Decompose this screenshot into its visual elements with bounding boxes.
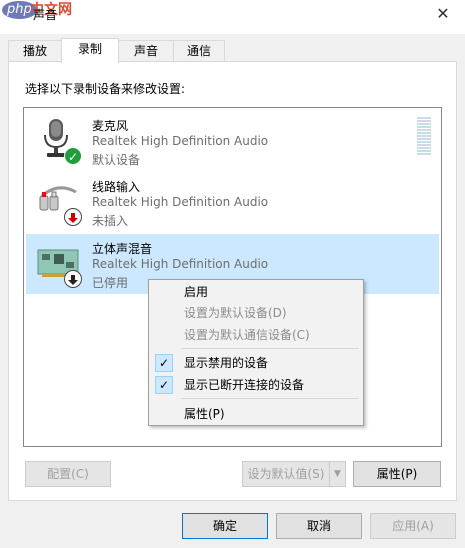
menu-separator	[181, 348, 359, 349]
tab-sounds[interactable]: 声音	[118, 40, 174, 61]
set-default-button[interactable]: 设为默认值(S) ▼	[242, 461, 346, 487]
tab-playback[interactable]: 播放	[8, 40, 62, 61]
check-icon: ✓	[155, 354, 173, 372]
tab-recording[interactable]: 录制	[61, 38, 119, 63]
device-name: 麦克风	[92, 119, 129, 133]
title-bar: php 中文网 声音 ✕	[0, 0, 465, 34]
close-button[interactable]: ✕	[429, 3, 457, 25]
menu-item-show-disconnected[interactable]: ✓ 显示已断开连接的设备	[151, 375, 361, 395]
tab-communications[interactable]: 通信	[173, 40, 225, 61]
menu-item-properties[interactable]: 属性(P)	[151, 404, 361, 424]
level-meter	[417, 117, 431, 157]
cancel-button[interactable]: 取消	[276, 513, 362, 539]
device-status: 未插入	[92, 214, 129, 228]
device-driver: Realtek High Definition Audio	[92, 195, 269, 209]
properties-button[interactable]: 属性(P)	[353, 461, 441, 487]
menu-item-label: 属性(P)	[184, 407, 225, 421]
configure-button[interactable]: 配置(C)	[25, 461, 111, 487]
menu-item-label: 设置为默认通信设备(C)	[184, 328, 310, 342]
menu-item-set-default[interactable]: 设置为默认设备(D)	[151, 303, 361, 323]
default-check-icon: ✓	[64, 147, 82, 165]
disabled-arrow-icon	[64, 270, 82, 288]
set-default-label: 设为默认值(S)	[247, 467, 325, 481]
check-icon: ✓	[155, 376, 173, 394]
menu-item-show-disabled[interactable]: ✓ 显示禁用的设备	[151, 353, 361, 373]
apply-button[interactable]: 应用(A)	[370, 513, 456, 539]
menu-item-label: 启用	[184, 285, 209, 299]
menu-item-enable[interactable]: 启用	[151, 282, 361, 302]
context-menu: 启用 设置为默认设备(D) 设置为默认通信设备(C) ✓ 显示禁用的设备 ✓ 显…	[148, 279, 364, 426]
window-title: 声音	[33, 8, 58, 22]
menu-item-set-default-comm[interactable]: 设置为默认通信设备(C)	[151, 325, 361, 345]
menu-item-label: 显示禁用的设备	[184, 356, 269, 370]
line-in-cable-icon	[36, 178, 82, 226]
unplugged-arrow-icon	[64, 208, 82, 226]
device-driver: Realtek High Definition Audio	[92, 257, 269, 271]
instruction-text: 选择以下录制设备来修改设置:	[25, 82, 186, 96]
chevron-down-icon[interactable]: ▼	[329, 462, 345, 486]
device-item-microphone[interactable]: ✓ 麦克风 Realtek High Definition Audio 默认设备	[26, 111, 439, 171]
device-status: 默认设备	[92, 153, 141, 167]
device-driver: Realtek High Definition Audio	[92, 134, 269, 148]
microphone-icon: ✓	[36, 117, 82, 165]
device-status: 已停用	[92, 276, 129, 290]
menu-item-label: 设置为默认设备(D)	[184, 306, 287, 320]
ok-button[interactable]: 确定	[182, 513, 268, 539]
sound-card-icon	[36, 240, 82, 288]
device-name: 立体声混音	[92, 242, 153, 256]
device-item-line-in[interactable]: 线路输入 Realtek High Definition Audio 未插入	[26, 172, 439, 232]
device-name: 线路输入	[92, 180, 141, 194]
menu-separator	[181, 398, 359, 399]
menu-item-label: 显示已断开连接的设备	[184, 378, 305, 392]
